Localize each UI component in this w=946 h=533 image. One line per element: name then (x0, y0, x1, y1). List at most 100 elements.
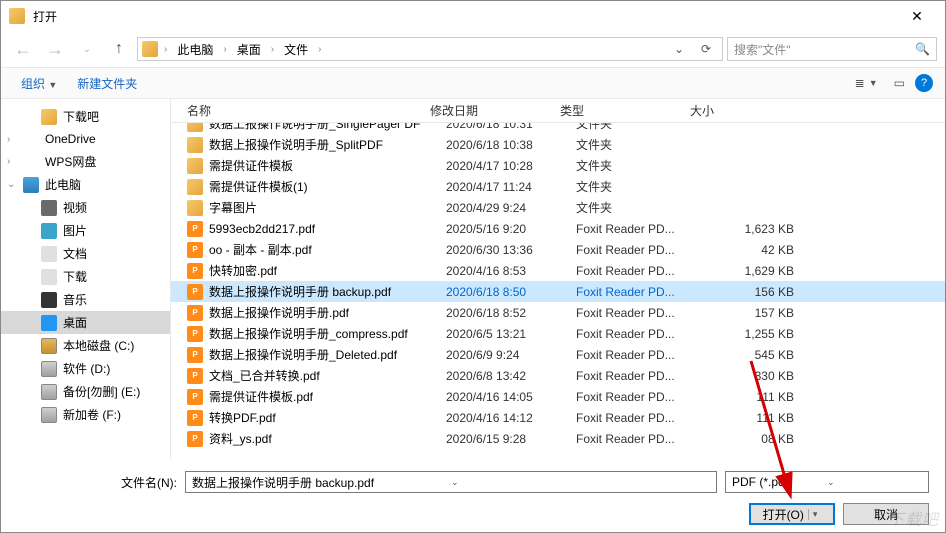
column-size-header[interactable]: 大小 (690, 102, 790, 119)
sidebar-item[interactable]: 软件 (D:) (1, 357, 170, 380)
breadcrumb[interactable]: › 此电脑 › 桌面 › 文件 › ⌄ ⟳ (137, 37, 723, 61)
file-size: 1,623 KB (706, 222, 806, 236)
column-date-header[interactable]: 修改日期 (430, 102, 560, 119)
navigation-sidebar: 下载吧›OneDrive›WPS网盘⌄此电脑视频图片文档下载音乐桌面本地磁盘 (… (1, 99, 171, 459)
cancel-button[interactable]: 取消 (843, 503, 929, 525)
file-row[interactable]: 需提供证件模板2020/4/17 10:28文件夹 (171, 155, 945, 176)
pdf-icon: P (187, 347, 203, 363)
sidebar-item[interactable]: 音乐 (1, 288, 170, 311)
nav-up-button[interactable]: ↑ (105, 35, 133, 63)
search-icon: 🔍 (915, 42, 930, 56)
sidebar-item[interactable]: 下载吧 (1, 105, 170, 128)
sidebar-item[interactable]: 文档 (1, 242, 170, 265)
preview-pane-button[interactable]: ▭ (888, 72, 911, 94)
file-row[interactable]: 字幕图片2020/4/29 9:24文件夹 (171, 197, 945, 218)
sidebar-item[interactable]: 图片 (1, 219, 170, 242)
pdf-icon: P (187, 284, 203, 300)
filename-input[interactable]: 数据上报操作说明手册 backup.pdf ⌄ (185, 471, 717, 493)
chevron-right-icon: › (316, 44, 323, 55)
sidebar-item[interactable]: 视频 (1, 196, 170, 219)
column-type-header[interactable]: 类型 (560, 102, 690, 119)
file-row[interactable]: 数据上报操作说明手册_SplitPDF2020/6/18 10:38文件夹 (171, 134, 945, 155)
refresh-button[interactable]: ⟳ (694, 42, 718, 56)
sidebar-item[interactable]: 本地磁盘 (C:) (1, 334, 170, 357)
file-row[interactable]: P数据上报操作说明手册.pdf2020/6/18 8:52Foxit Reade… (171, 302, 945, 323)
nav-back-button[interactable]: ← (9, 35, 37, 63)
pdf-icon: P (187, 305, 203, 321)
tree-expand-icon[interactable]: › (7, 156, 17, 167)
file-size: 111 KB (706, 411, 806, 425)
sidebar-item-label: 文档 (63, 245, 87, 262)
column-name-header[interactable]: 名称 (171, 102, 430, 119)
file-row[interactable]: P数据上报操作说明手册_compress.pdf2020/6/5 13:21Fo… (171, 323, 945, 344)
app-icon (9, 8, 25, 24)
sidebar-item-label: 本地磁盘 (C:) (63, 337, 134, 354)
file-date: 2020/4/16 14:05 (446, 390, 576, 404)
tree-expand-icon[interactable]: ⌄ (7, 179, 17, 190)
new-folder-button[interactable]: 新建文件夹 (69, 71, 145, 96)
file-row[interactable]: 需提供证件模板(1)2020/4/17 11:24文件夹 (171, 176, 945, 197)
file-type-filter[interactable]: PDF (*.pdf) ⌄ (725, 471, 929, 493)
sidebar-item[interactable]: 桌面 (1, 311, 170, 334)
sidebar-item[interactable]: ›OneDrive (1, 128, 170, 150)
file-row[interactable]: P数据上报操作说明手册_Deleted.pdf2020/6/9 9:24Foxi… (171, 344, 945, 365)
file-type: Foxit Reader PD... (576, 327, 706, 341)
file-row[interactable]: P文档_已合并转换.pdf2020/6/8 13:42Foxit Reader … (171, 365, 945, 386)
tree-expand-icon[interactable]: › (7, 134, 17, 145)
nav-recent-button[interactable]: ⌄ (73, 35, 101, 63)
sidebar-item-label: WPS网盘 (45, 153, 96, 170)
file-row[interactable]: 数据上报操作说明手册_SinglePager DF2020/6/18 10:31… (171, 123, 945, 134)
file-date: 2020/5/16 9:20 (446, 222, 576, 236)
close-button[interactable]: ✕ (897, 1, 937, 31)
sidebar-item-icon (23, 154, 39, 170)
sidebar-item-icon (41, 292, 57, 308)
file-row[interactable]: P转换PDF.pdf2020/4/16 14:12Foxit Reader PD… (171, 407, 945, 428)
filename-label: 文件名(N): (17, 474, 177, 491)
sidebar-item-icon (41, 407, 57, 423)
nav-bar: ← → ⌄ ↑ › 此电脑 › 桌面 › 文件 › ⌄ ⟳ 搜索"文件" 🔍 (1, 31, 945, 67)
sidebar-item[interactable]: 新加卷 (F:) (1, 403, 170, 426)
sidebar-item-icon (41, 223, 57, 239)
file-list: 数据上报操作说明手册_SinglePager DF2020/6/18 10:31… (171, 123, 945, 459)
file-row[interactable]: Poo - 副本 - 副本.pdf2020/6/30 13:36Foxit Re… (171, 239, 945, 260)
sidebar-item-icon (41, 200, 57, 216)
chevron-right-icon: › (162, 44, 169, 55)
pdf-icon: P (187, 389, 203, 405)
file-date: 2020/4/16 14:12 (446, 411, 576, 425)
sidebar-item[interactable]: 下载 (1, 265, 170, 288)
file-name: 需提供证件模板(1) (209, 178, 446, 195)
pdf-icon: P (187, 368, 203, 384)
sidebar-item-icon (41, 361, 57, 377)
file-row[interactable]: P资料_ys.pdf2020/6/15 9:28Foxit Reader PD.… (171, 428, 945, 449)
breadcrumb-item[interactable]: 桌面 (233, 39, 265, 60)
sidebar-item[interactable]: 备份[勿删] (E:) (1, 380, 170, 403)
file-size: 157 KB (706, 306, 806, 320)
file-type: Foxit Reader PD... (576, 222, 706, 236)
file-size: 111 KB (706, 390, 806, 404)
sidebar-item[interactable]: ⌄此电脑 (1, 173, 170, 196)
file-type: Foxit Reader PD... (576, 243, 706, 257)
view-options-button[interactable]: ≣ ▼ (849, 72, 884, 94)
breadcrumb-item[interactable]: 文件 (280, 39, 312, 60)
file-row[interactable]: P5993ecb2dd217.pdf2020/5/16 9:20Foxit Re… (171, 218, 945, 239)
sidebar-item[interactable]: › WPS网盘 (1, 150, 170, 173)
file-row[interactable]: P需提供证件模板.pdf2020/4/16 14:05Foxit Reader … (171, 386, 945, 407)
file-date: 2020/6/18 10:38 (446, 138, 576, 152)
breadcrumb-item[interactable]: 此电脑 (173, 39, 217, 60)
pdf-icon: P (187, 263, 203, 279)
help-button[interactable]: ? (915, 74, 933, 92)
breadcrumb-dropdown-button[interactable]: ⌄ (668, 42, 690, 56)
file-row[interactable]: P数据上报操作说明手册 backup.pdf2020/6/18 8:50Foxi… (171, 281, 945, 302)
folder-icon (187, 137, 203, 153)
file-name: 需提供证件模板.pdf (209, 388, 446, 405)
search-input[interactable]: 搜索"文件" 🔍 (727, 37, 937, 61)
nav-forward-button[interactable]: → (41, 35, 69, 63)
organize-button[interactable]: 组织 ▼ (13, 71, 65, 96)
chevron-down-icon[interactable]: ⌄ (451, 477, 710, 488)
folder-icon (187, 179, 203, 195)
file-row[interactable]: P快转加密.pdf2020/4/16 8:53Foxit Reader PD..… (171, 260, 945, 281)
file-date: 2020/6/15 9:28 (446, 432, 576, 446)
open-split-dropdown[interactable]: ▾ (808, 509, 822, 520)
sidebar-item-icon (23, 177, 39, 193)
open-button[interactable]: 打开(O)▾ (749, 503, 835, 525)
